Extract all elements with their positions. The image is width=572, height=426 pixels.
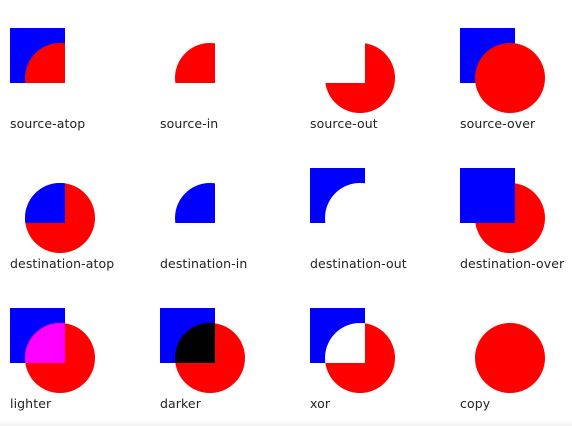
composite-mode-label: destination-atop <box>10 256 115 271</box>
composite-example-destination-in: destination-in <box>150 140 300 280</box>
source-circle <box>475 43 545 113</box>
copy-composite-icon <box>475 323 545 393</box>
destination-square <box>25 183 65 223</box>
composite-mode-label: source-atop <box>10 116 86 131</box>
destination-over-composite-icon <box>460 168 545 253</box>
composite-mode-label: destination-over <box>460 256 565 271</box>
destination-square <box>460 168 515 223</box>
darker-composite-icon <box>160 308 245 393</box>
source-in-composite-icon <box>175 43 215 83</box>
composite-examples-grid: source-atop source-in source-out source-ove… <box>0 0 572 426</box>
composite-example-xor: xor <box>300 280 450 420</box>
composite-example-copy: copy <box>450 280 572 420</box>
source-atop-composite-icon <box>10 28 65 83</box>
destination-square <box>310 168 365 223</box>
composite-mode-label: source-in <box>160 116 219 131</box>
destination-out-composite-icon <box>310 168 365 223</box>
source-over-composite-icon <box>460 28 545 113</box>
source-out-composite-icon <box>325 43 395 113</box>
composite-mode-label: xor <box>310 396 331 411</box>
composite-example-source-over: source-over <box>450 0 572 140</box>
source-circle <box>325 43 395 113</box>
composite-mode-label: source-over <box>460 116 536 131</box>
composite-mode-label: source-out <box>310 116 378 131</box>
overlap-region <box>175 43 215 83</box>
source-circle <box>325 323 395 393</box>
destination-in-composite-icon <box>175 183 215 223</box>
composite-mode-label: copy <box>460 396 491 411</box>
xor-composite-icon <box>310 308 395 393</box>
destination-atop-composite-icon <box>25 183 95 253</box>
composite-example-source-out: source-out <box>300 0 450 140</box>
lighter-composite-icon <box>10 308 95 393</box>
composite-example-lighter: lighter <box>0 280 150 420</box>
composite-example-destination-out: destination-out <box>300 140 450 280</box>
composite-mode-label: destination-out <box>310 256 407 271</box>
composite-example-destination-atop: destination-atop <box>0 140 150 280</box>
source-circle <box>475 323 545 393</box>
composite-example-source-in: source-in <box>150 0 300 140</box>
composite-example-destination-over: destination-over <box>450 140 572 280</box>
composite-mode-label: destination-in <box>160 256 248 271</box>
composite-mode-label: darker <box>160 396 201 411</box>
composite-mode-label: lighter <box>10 396 52 411</box>
composite-example-darker: darker <box>150 280 300 420</box>
destination-square <box>175 183 215 223</box>
composite-example-source-atop: source-atop <box>0 0 150 140</box>
page-bottom-edge <box>0 420 572 426</box>
overlap-region <box>25 43 65 83</box>
